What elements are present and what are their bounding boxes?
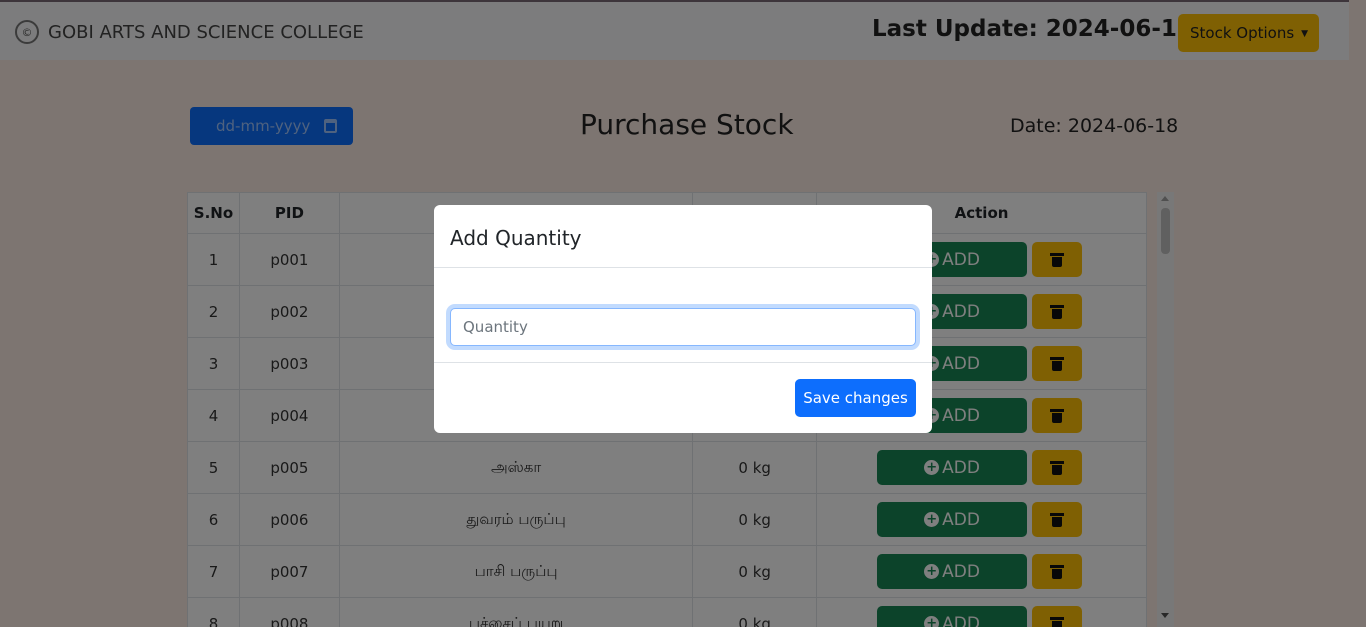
- add-quantity-modal: Add Quantity Save changes: [434, 205, 932, 433]
- modal-title: Add Quantity: [450, 226, 582, 250]
- quantity-input[interactable]: [450, 308, 916, 346]
- modal-footer: Save changes: [434, 363, 932, 433]
- save-changes-button[interactable]: Save changes: [795, 379, 916, 417]
- modal-header: Add Quantity: [434, 205, 932, 268]
- modal-body: [434, 268, 932, 363]
